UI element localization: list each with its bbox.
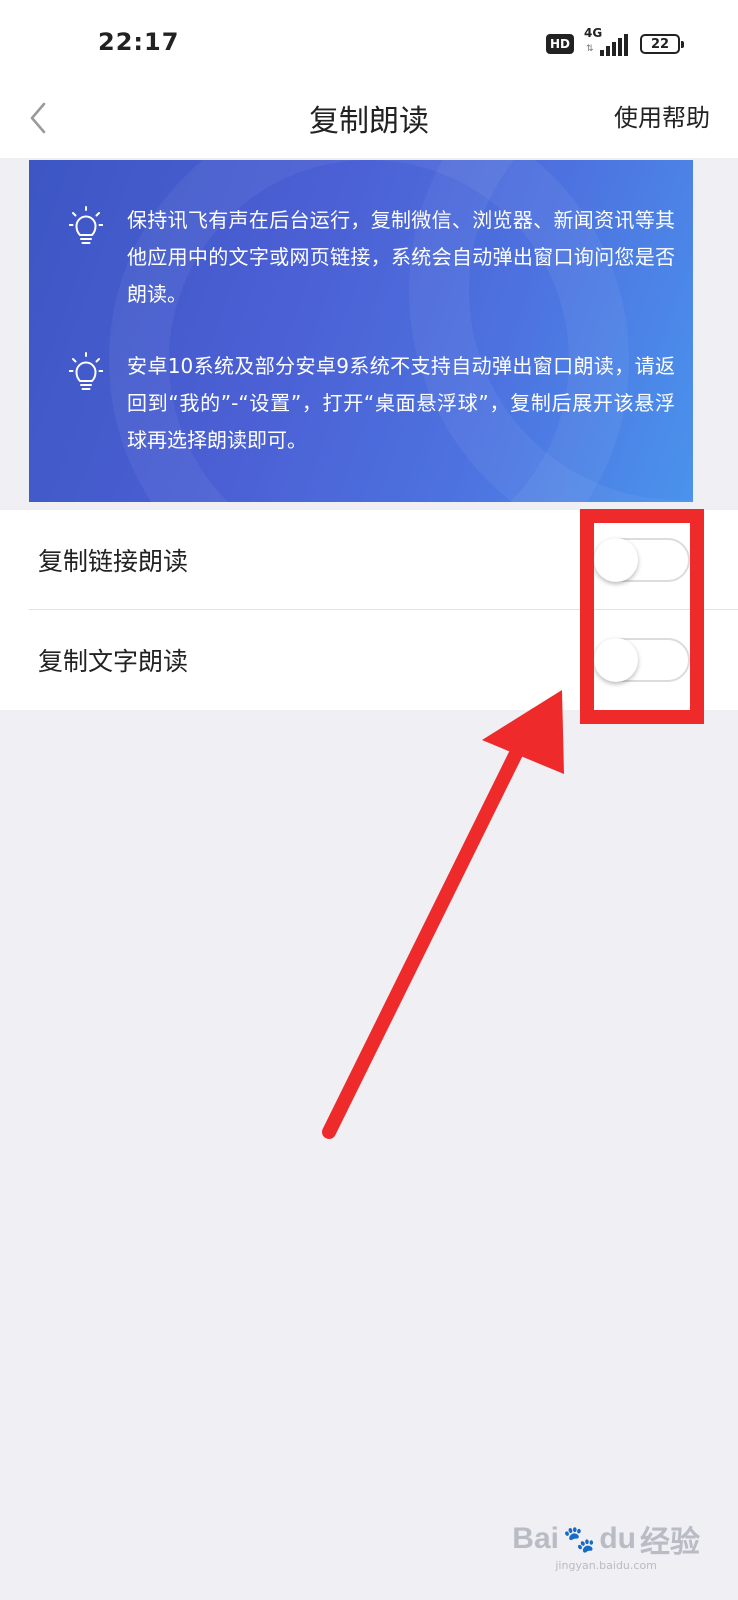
paw-icon: 🐾 — [562, 1523, 596, 1554]
watermark-text-2: du — [599, 1522, 636, 1555]
status-bar: 22:17 HD 4G ⇅ 22 — [0, 0, 738, 90]
help-link[interactable]: 使用帮助 — [614, 98, 710, 133]
baidu-watermark: Bai 🐾 du 经验 jingyan.baidu.com — [512, 1517, 700, 1572]
setting-label: 复制文字朗读 — [38, 647, 189, 676]
copy-link-toggle[interactable] — [594, 538, 690, 582]
watermark-text-3: 经验 — [640, 1526, 700, 1559]
tip-item: 安卓10系统及部分安卓9系统不支持自动弹出窗口朗读，请返回到“我的”-“设置”，… — [69, 348, 675, 459]
lightbulb-icon — [69, 352, 103, 390]
signal-icon: 4G ⇅ — [584, 26, 630, 58]
tip-text: 保持讯飞有声在后台运行，复制微信、浏览器、新闻资讯等其他应用中的文字或网页链接，… — [127, 208, 675, 306]
nav-bar: 复制朗读 使用帮助 — [0, 90, 738, 158]
tip-item: 保持讯飞有声在后台运行，复制微信、浏览器、新闻资讯等其他应用中的文字或网页链接，… — [69, 202, 675, 313]
annotation-arrow-shaft — [322, 708, 542, 1139]
setting-row-copy-link: 复制链接朗读 — [0, 510, 738, 610]
tip-text: 安卓10系统及部分安卓9系统不支持自动弹出窗口朗读，请返回到“我的”-“设置”，… — [127, 354, 675, 452]
watermark-text: Bai — [512, 1522, 559, 1555]
toggle-knob — [594, 538, 638, 582]
info-banner: 保持讯飞有声在后台运行，复制微信、浏览器、新闻资讯等其他应用中的文字或网页链接，… — [29, 160, 693, 502]
watermark-url: jingyan.baidu.com — [555, 1559, 657, 1572]
toggle-knob — [594, 638, 638, 682]
battery-level: 22 — [650, 36, 670, 52]
setting-label: 复制链接朗读 — [38, 547, 189, 576]
data-arrows-icon: ⇅ — [586, 44, 594, 54]
battery-icon: 22 — [640, 34, 684, 54]
copy-text-toggle[interactable] — [594, 638, 690, 682]
status-icons: HD 4G ⇅ 22 — [545, 26, 684, 58]
hd-badge: HD — [545, 34, 574, 54]
lightbulb-icon — [69, 206, 103, 244]
status-time: 22:17 — [98, 28, 180, 56]
setting-row-copy-text: 复制文字朗读 — [0, 610, 738, 710]
settings-list: 复制链接朗读 复制文字朗读 — [0, 510, 738, 710]
